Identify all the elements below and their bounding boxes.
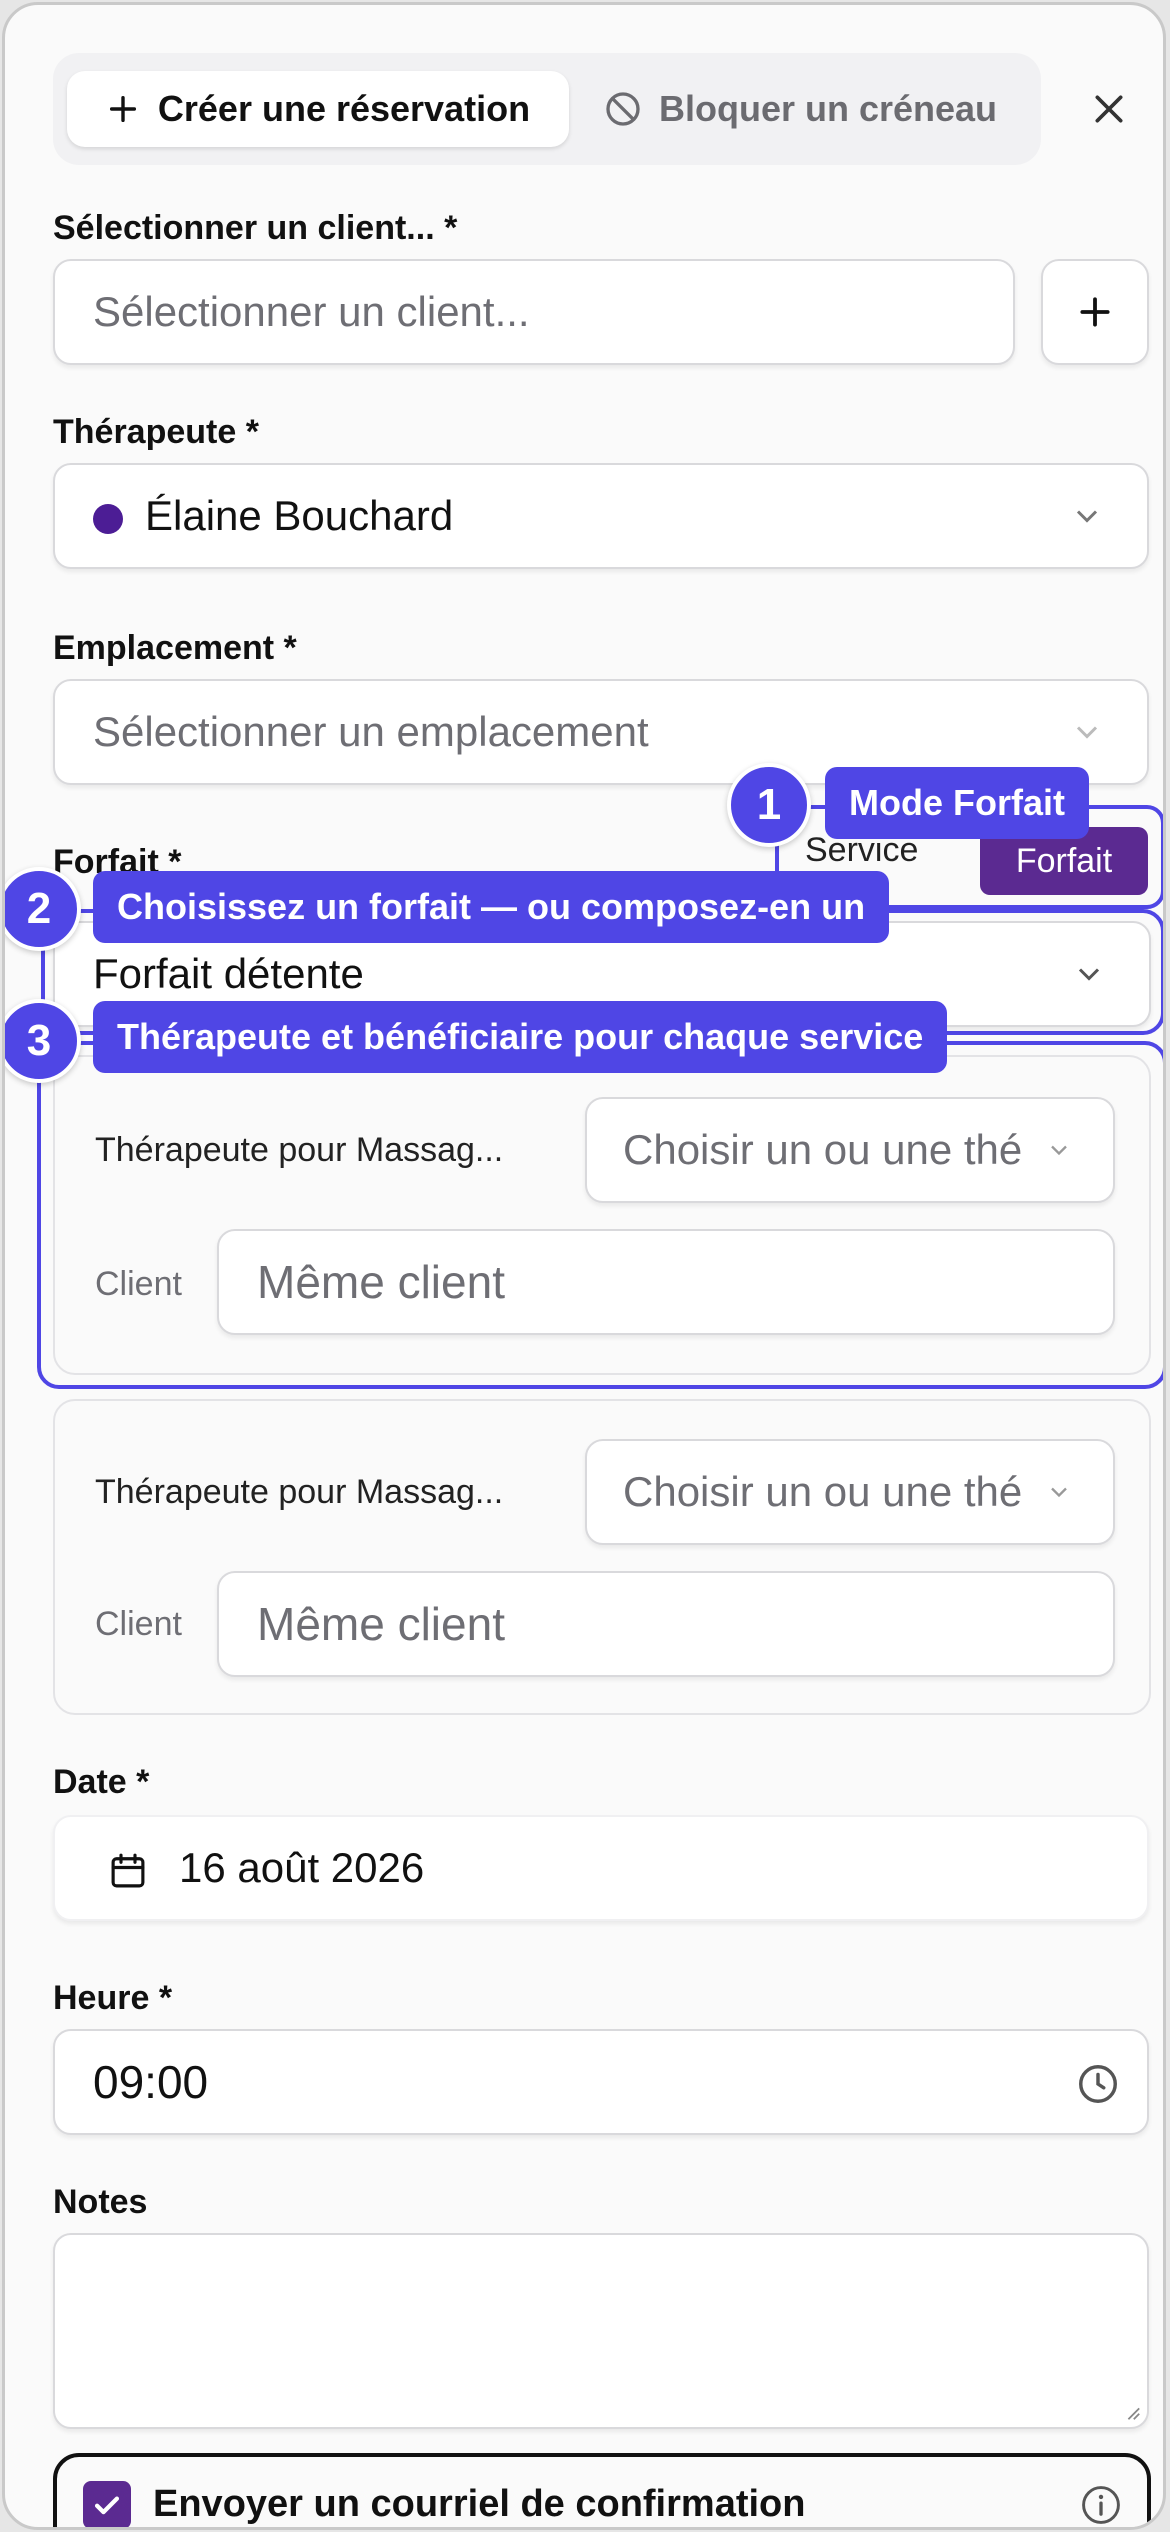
service-therapist-select[interactable]: Choisir un ou une thé — [585, 1097, 1115, 1203]
plus-icon — [109, 95, 136, 123]
location-placeholder: Sélectionner un emplacement — [93, 708, 649, 755]
chevron-down-icon — [1076, 726, 1098, 739]
block-icon — [606, 92, 640, 126]
chevron-down-icon — [1051, 1145, 1067, 1156]
chevron-down-icon — [1078, 968, 1100, 981]
service-therapist-label: Thérapeute pour Massag... — [95, 1131, 504, 1169]
time-label: Heure * — [53, 1979, 173, 2017]
close-icon — [1095, 95, 1123, 123]
plus-icon — [1080, 297, 1110, 327]
client-placeholder: Sélectionner un client... — [93, 288, 530, 335]
client-label: Sélectionner un client... * — [53, 209, 458, 247]
time-value: 09:00 — [93, 2056, 209, 2108]
checkmark-icon — [94, 2496, 120, 2515]
calendar-icon — [111, 1853, 145, 1888]
close-button[interactable] — [1081, 81, 1137, 137]
time-input[interactable]: 09:00 — [53, 2029, 1149, 2135]
notes-label: Notes — [53, 2183, 148, 2221]
date-picker[interactable]: 16 août 2026 — [53, 1815, 1149, 1921]
service-client-label: Client — [95, 1265, 182, 1303]
service-client-input[interactable]: Même client — [217, 1229, 1115, 1335]
notes-textarea[interactable] — [53, 2233, 1149, 2429]
client-select[interactable]: Sélectionner un client... — [53, 259, 1015, 365]
confirmation-label: Envoyer un courriel de confirmation — [153, 2483, 806, 2525]
therapist-select[interactable]: Élaine Bouchard — [53, 463, 1149, 569]
service-client-label: Client — [95, 1605, 182, 1643]
service-card: Thérapeute pour Massag... Choisir un ou … — [53, 1055, 1151, 1375]
service-therapist-label: Thérapeute pour Massag... — [95, 1473, 504, 1511]
date-value: 16 août 2026 — [179, 1844, 425, 1891]
service-client-placeholder: Même client — [257, 1256, 505, 1308]
tab-create-booking[interactable]: Créer une réservation — [67, 71, 569, 147]
therapist-color-dot — [93, 504, 123, 534]
callout-label-1: Mode Forfait — [825, 767, 1089, 839]
therapist-value: Élaine Bouchard — [145, 492, 454, 539]
date-label: Date * — [53, 1763, 150, 1801]
tab-block-label: Bloquer un créneau — [658, 88, 998, 129]
service-therapist-placeholder: Choisir un ou une thé — [623, 1468, 1023, 1515]
confirmation-checkbox[interactable] — [83, 2481, 131, 2527]
service-therapist-placeholder: Choisir un ou une thé — [623, 1126, 1023, 1173]
booking-panel: Créer une réservation Bloquer un créneau… — [2, 2, 1166, 2530]
service-therapist-select[interactable]: Choisir un ou une thé — [585, 1439, 1115, 1545]
tab-block-slot[interactable]: Bloquer un créneau — [585, 71, 1015, 147]
add-client-button[interactable] — [1041, 259, 1149, 365]
chevron-down-icon — [1051, 1487, 1067, 1498]
callout-label-3: Thérapeute et bénéficiaire pour chaque s… — [93, 1001, 948, 1073]
therapist-label: Thérapeute * — [53, 413, 259, 451]
tab-create-label: Créer une réservation — [157, 88, 531, 129]
resize-handle-icon[interactable] — [1123, 2403, 1141, 2421]
location-label: Emplacement * — [53, 629, 297, 667]
service-client-placeholder: Même client — [257, 1598, 505, 1650]
callout-label-2: Choisissez un forfait — ou composez-en u… — [93, 871, 890, 943]
service-card: Thérapeute pour Massag... Choisir un ou … — [53, 1399, 1151, 1715]
callout-badge-1: 1 — [727, 763, 811, 847]
chevron-down-icon — [1076, 510, 1098, 523]
clock-icon[interactable] — [1075, 2061, 1121, 2107]
info-icon[interactable] — [1079, 2483, 1123, 2527]
service-client-input[interactable]: Même client — [217, 1571, 1115, 1677]
